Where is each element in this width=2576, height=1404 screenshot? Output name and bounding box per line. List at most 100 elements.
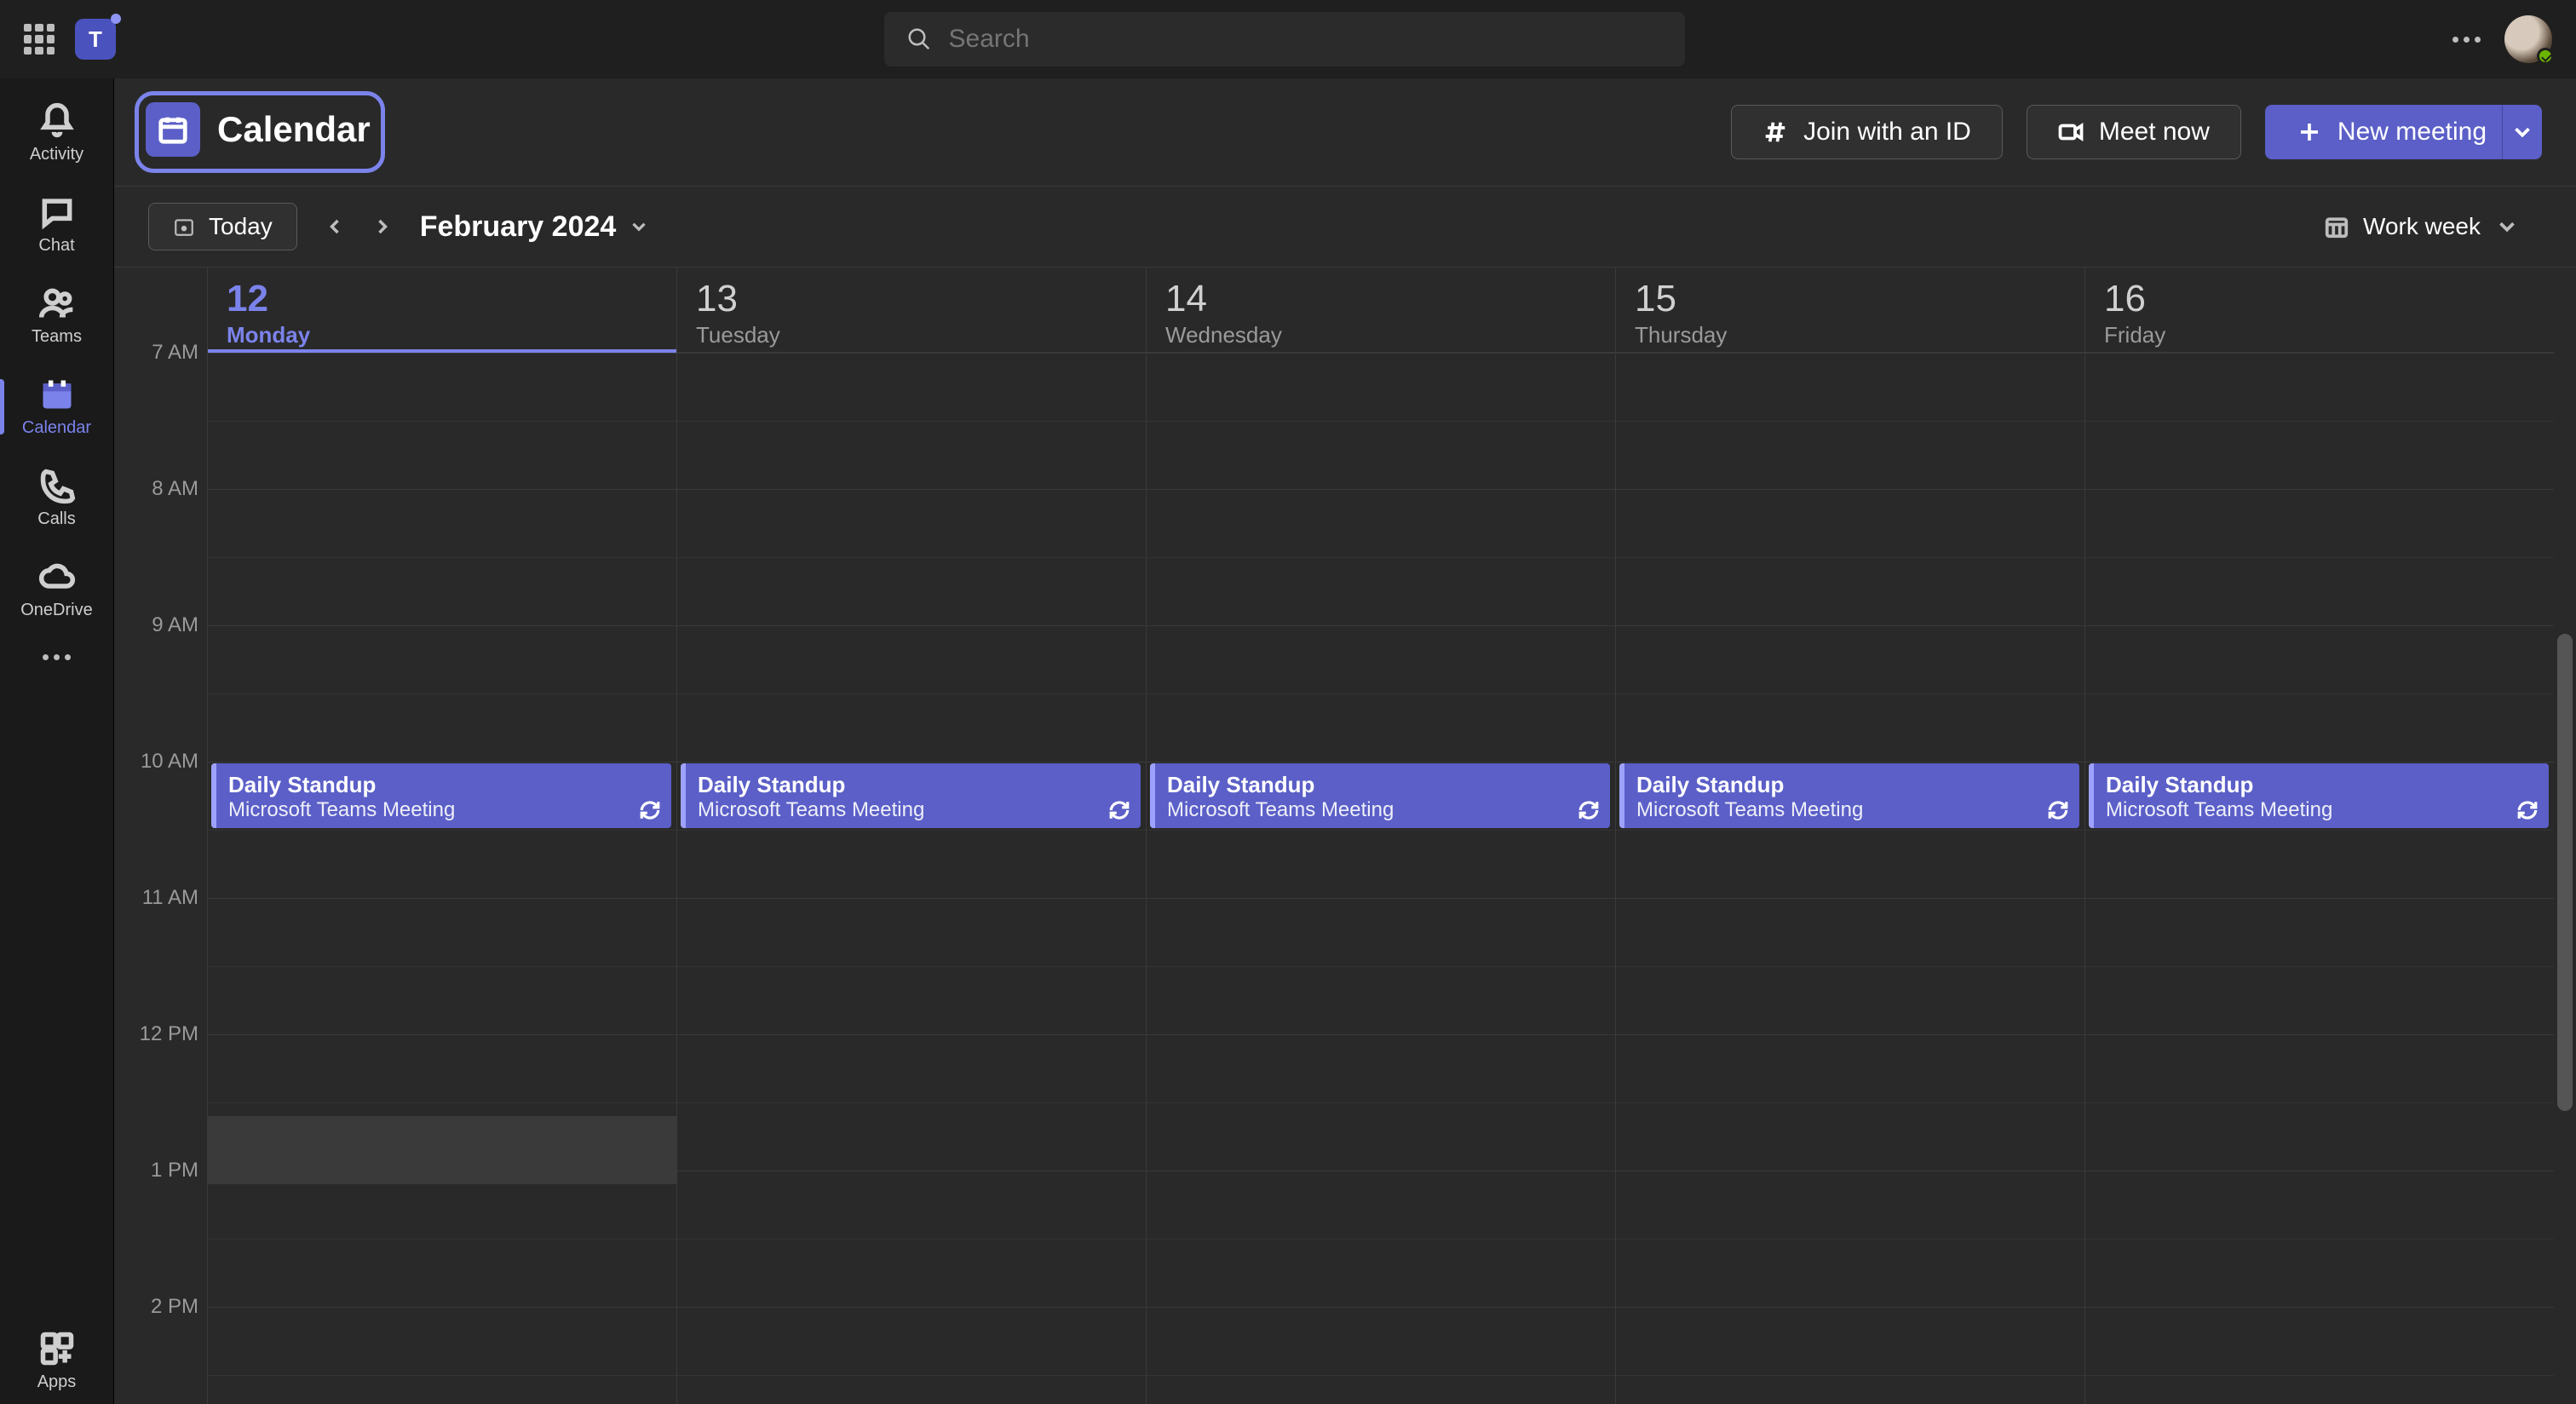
calendar-event[interactable]: Daily StandupMicrosoft Teams Meeting [1150, 763, 1610, 828]
rail-label: OneDrive [20, 601, 92, 620]
button-label: Today [209, 213, 273, 240]
rail-teams[interactable]: Teams [0, 273, 113, 359]
app-rail: Activity Chat Teams Calendar Calls OneDr… [0, 78, 114, 1404]
rail-label: Calendar [22, 418, 91, 438]
hour-label: 12 PM [140, 1022, 198, 1046]
rail-label: Activity [30, 145, 83, 164]
page-title: Calendar [217, 109, 371, 150]
calendar-app-icon [146, 102, 200, 157]
settings-more-icon[interactable] [2452, 37, 2481, 43]
recurring-icon [1578, 799, 1600, 821]
day-column[interactable]: 16Friday Daily StandupMicrosoft Teams Mee… [2085, 268, 2554, 1404]
bell-icon [38, 102, 76, 140]
event-title: Daily Standup [2106, 772, 2537, 798]
calendar-event[interactable]: Daily StandupMicrosoft Teams Meeting [211, 763, 671, 828]
calendar-today-icon [173, 216, 195, 238]
rail-onedrive[interactable]: OneDrive [0, 546, 113, 632]
search-box[interactable] [884, 12, 1685, 66]
user-avatar[interactable] [2504, 15, 2552, 63]
rail-label: Chat [38, 236, 74, 256]
chevron-left-icon [323, 215, 347, 239]
day-header[interactable]: 12Monday [208, 268, 676, 353]
event-title: Daily Standup [698, 772, 1129, 798]
event-subtitle: Microsoft Teams Meeting [1636, 798, 2067, 822]
rail-chat[interactable]: Chat [0, 181, 113, 268]
day-header[interactable]: 15Thursday [1616, 268, 2084, 353]
month-picker[interactable]: February 2024 [420, 210, 651, 244]
chevron-right-icon [371, 215, 394, 239]
hour-label: 2 PM [151, 1295, 198, 1319]
day-column[interactable]: 15Thursday Daily StandupMicrosoft Teams M… [1616, 268, 2085, 1404]
button-label: New meeting [2337, 118, 2487, 147]
people-icon [38, 285, 76, 322]
event-title: Daily Standup [1636, 772, 2067, 798]
day-header[interactable]: 14Wednesday [1147, 268, 1615, 353]
today-button[interactable]: Today [148, 203, 297, 250]
day-number: 16 [2104, 278, 2535, 320]
hash-icon [1762, 119, 1788, 145]
view-label: Work week [2363, 213, 2481, 240]
search-icon [906, 26, 932, 52]
recurring-icon [2047, 799, 2069, 821]
meet-now-button[interactable]: Meet now [2027, 105, 2241, 159]
chat-icon [38, 193, 76, 231]
scrollbar-thumb[interactable] [2557, 634, 2573, 1111]
next-week-button[interactable] [360, 204, 405, 249]
calendar-icon [38, 376, 76, 413]
page-title-highlight: Calendar [135, 91, 385, 173]
hour-label: 10 AM [141, 750, 198, 774]
recurring-icon [1108, 799, 1130, 821]
hour-label: 8 AM [152, 477, 198, 501]
rail-activity[interactable]: Activity [0, 90, 113, 176]
current-time-block [208, 1116, 676, 1184]
day-name: Thursday [1635, 322, 2066, 348]
day-name: Wednesday [1165, 322, 1596, 348]
day-column[interactable]: 13Tuesday Daily StandupMicrosoft Teams Me… [677, 268, 1147, 1404]
rail-apps[interactable]: Apps [0, 1318, 113, 1404]
event-subtitle: Microsoft Teams Meeting [1167, 798, 1598, 822]
day-name: Friday [2104, 322, 2535, 348]
day-number: 12 [227, 278, 658, 320]
event-title: Daily Standup [228, 772, 659, 798]
day-number: 15 [1635, 278, 2066, 320]
presence-available-icon [2537, 48, 2554, 65]
calendar-view-icon [2324, 214, 2349, 239]
app-launcher-icon[interactable] [24, 24, 55, 55]
calendar-event[interactable]: Daily StandupMicrosoft Teams Meeting [2089, 763, 2549, 828]
day-name: Tuesday [696, 322, 1127, 348]
hour-label: 9 AM [152, 613, 198, 637]
calendar-event[interactable]: Daily StandupMicrosoft Teams Meeting [1619, 763, 2079, 828]
day-number: 14 [1165, 278, 1596, 320]
phone-icon [38, 467, 76, 504]
day-header[interactable]: 16Friday [2085, 268, 2554, 353]
event-subtitle: Microsoft Teams Meeting [698, 798, 1129, 822]
day-name: Monday [227, 322, 658, 348]
rail-calendar[interactable]: Calendar [0, 364, 113, 450]
rail-label: Apps [37, 1372, 77, 1392]
prev-week-button[interactable] [313, 204, 357, 249]
day-header[interactable]: 13Tuesday [677, 268, 1146, 353]
day-column[interactable]: 12Monday Daily StandupMicrosoft Teams Mee… [208, 268, 677, 1404]
rail-calls[interactable]: Calls [0, 455, 113, 541]
plus-icon [2297, 119, 2322, 145]
video-icon [2058, 119, 2084, 145]
teams-app-badge: T [75, 19, 116, 60]
join-with-id-button[interactable]: Join with an ID [1731, 105, 2003, 159]
calendar-event[interactable]: Daily StandupMicrosoft Teams Meeting [681, 763, 1141, 828]
rail-more-icon[interactable] [43, 637, 71, 677]
vertical-scrollbar[interactable] [2554, 268, 2576, 1404]
chevron-down-icon [2494, 214, 2520, 239]
rail-label: Teams [32, 327, 82, 347]
new-meeting-button[interactable]: New meeting [2265, 105, 2542, 159]
recurring-icon [639, 799, 661, 821]
view-switcher[interactable]: Work week [2302, 203, 2542, 250]
new-meeting-dropdown[interactable] [2502, 105, 2541, 159]
day-column[interactable]: 14Wednesday Daily StandupMicrosoft Teams … [1147, 268, 1616, 1404]
month-label-text: February 2024 [420, 210, 617, 244]
button-label: Join with an ID [1803, 118, 1971, 147]
calendar-grid[interactable]: 12MondayDaily StandupMicrosoft Teams Mee… [208, 268, 2554, 1404]
search-input[interactable] [949, 25, 1663, 54]
chevron-down-icon [628, 216, 650, 238]
event-title: Daily Standup [1167, 772, 1598, 798]
button-label: Meet now [2099, 118, 2210, 147]
